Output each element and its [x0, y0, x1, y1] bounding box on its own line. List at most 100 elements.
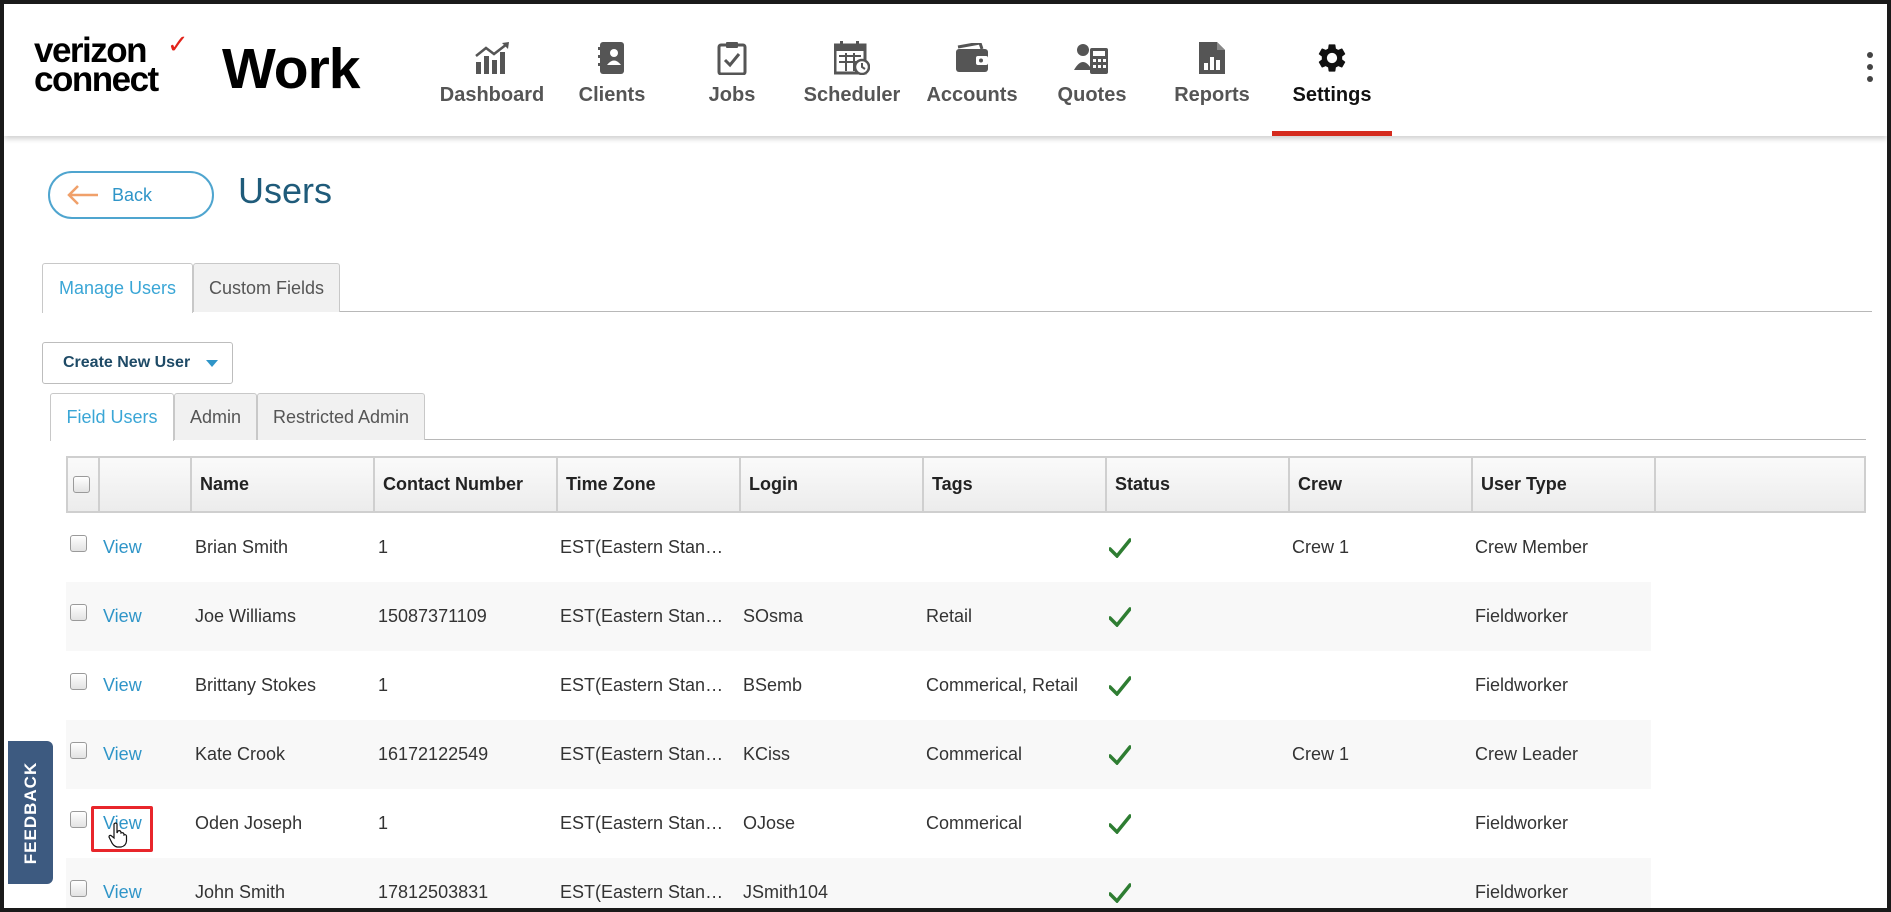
cell-crew [1292, 582, 1467, 651]
cell-contact-number: 17812503831 [378, 882, 489, 902]
work-product-logo: Work [222, 37, 360, 101]
settings-tabs: Manage Users Custom Fields [42, 263, 1872, 313]
arrow-left-icon [67, 185, 98, 205]
cell-login: SOsma [743, 606, 804, 626]
cell-time-zone: EST(Eastern Stan… [560, 537, 724, 557]
view-user-link[interactable]: View [103, 513, 142, 582]
nav-scheduler[interactable]: Scheduler [792, 4, 912, 136]
table-row: View Brittany Stokes 1 EST(Eastern Stan… BSe… [66, 651, 1651, 720]
header-contact-number[interactable]: Contact Number [373, 458, 556, 511]
nav-dashboard[interactable]: Dashboard [432, 4, 552, 136]
cell-tags: Commerical [926, 744, 1023, 764]
tab-custom-fields[interactable]: Custom Fields [193, 263, 340, 312]
status-active-check-icon [1109, 858, 1131, 908]
cell-user-type: Crew Member [1475, 537, 1589, 557]
accounts-wallet-icon [952, 38, 992, 78]
tab-field-users[interactable]: Field Users [50, 393, 174, 441]
status-active-check-icon [1109, 789, 1131, 858]
cell-contact-number: 16172122549 [378, 744, 489, 764]
gear-icon [1312, 38, 1352, 78]
table-row: View Kate Crook 16172122549 EST(Eastern Sta… [66, 720, 1651, 789]
cell-contact-number: 1 [378, 537, 389, 557]
header-time-zone[interactable]: Time Zone [556, 458, 739, 511]
cell-name: Kate Crook [195, 744, 286, 764]
cell-login: KCiss [743, 744, 791, 764]
view-user-link[interactable]: View [103, 582, 142, 651]
row-checkbox[interactable] [70, 810, 87, 828]
quotes-calculator-icon [1072, 38, 1112, 78]
nav-clients[interactable]: Clients [552, 4, 672, 136]
cell-crew [1292, 651, 1467, 720]
view-user-link[interactable]: View [103, 858, 142, 908]
user-type-tabs: Field Users Admin Restricted Admin [50, 393, 1866, 441]
status-active-check-icon [1109, 513, 1131, 582]
app-window: verizon connect ✓ Work Dashboard Clients [0, 0, 1891, 912]
cell-user-type: Fieldworker [1475, 675, 1569, 695]
cell-login: BSemb [743, 675, 803, 695]
cell-contact-number: 1 [378, 813, 389, 833]
cell-crew [1292, 858, 1467, 908]
cell-time-zone: EST(Eastern Stan… [560, 813, 724, 833]
tab-restricted-admin[interactable]: Restricted Admin [257, 393, 425, 440]
view-user-link[interactable]: View [103, 789, 142, 858]
view-user-link[interactable]: View [103, 720, 142, 789]
dashboard-chart-icon [472, 38, 512, 78]
back-button[interactable]: Back [48, 171, 214, 219]
cell-crew: Crew 1 [1292, 744, 1350, 764]
table-row: View John Smith 17812503831 EST(Eastern Sta… [66, 858, 1651, 908]
create-new-user-button[interactable]: Create New User [42, 342, 233, 384]
main-nav: Dashboard Clients Jobs Scheduler Account… [432, 4, 1392, 136]
table-body: View Brian Smith 1 EST(Eastern Stan… Crew 1 C… [66, 513, 1866, 908]
cell-user-type: Crew Leader [1475, 744, 1579, 764]
cell-name: Oden Joseph [195, 813, 303, 833]
status-active-check-icon [1109, 720, 1131, 789]
reports-document-icon [1192, 38, 1232, 78]
row-checkbox[interactable] [70, 672, 87, 690]
nav-reports[interactable]: Reports [1152, 4, 1272, 136]
cell-name: John Smith [195, 882, 286, 902]
jobs-clipboard-icon [712, 38, 752, 78]
header-login[interactable]: Login [739, 458, 922, 511]
header-status[interactable]: Status [1105, 458, 1288, 511]
cell-name: Joe Williams [195, 606, 297, 626]
cell-tags: Commerical [926, 813, 1023, 833]
table-row: View Oden Joseph 1 EST(Eastern Stan… OJose Co… [66, 789, 1651, 858]
cell-name: Brittany Stokes [195, 675, 317, 695]
verizon-check-mark: ✓ [167, 29, 189, 59]
cell-login: OJose [743, 813, 796, 833]
row-checkbox[interactable] [70, 879, 87, 897]
cell-crew [1292, 789, 1467, 858]
header-user-type[interactable]: User Type [1471, 458, 1654, 511]
more-options-icon[interactable] [1864, 52, 1876, 92]
view-user-link[interactable]: View [103, 651, 142, 720]
cell-contact-number: 1 [378, 675, 389, 695]
nav-accounts[interactable]: Accounts [912, 4, 1032, 136]
row-checkbox[interactable] [70, 603, 87, 621]
cell-login: JSmith104 [743, 882, 829, 902]
header-crew[interactable]: Crew [1288, 458, 1471, 511]
cell-tags [926, 513, 1101, 582]
feedback-tab[interactable]: FEEDBACK [8, 741, 53, 884]
nav-quotes[interactable]: Quotes [1032, 4, 1152, 136]
users-table: Name Contact Number Time Zone Login Tags… [66, 456, 1866, 908]
cell-time-zone: EST(Eastern Stan… [560, 882, 724, 902]
page-title: Users [238, 170, 333, 211]
nav-settings[interactable]: Settings [1272, 4, 1392, 136]
nav-jobs[interactable]: Jobs [672, 4, 792, 136]
select-all-checkbox[interactable] [73, 476, 90, 493]
cell-user-type: Fieldworker [1475, 606, 1569, 626]
status-active-check-icon [1109, 582, 1131, 651]
cell-name: Brian Smith [195, 537, 289, 557]
cell-time-zone: EST(Eastern Stan… [560, 675, 724, 695]
scheduler-calendar-icon [832, 38, 872, 78]
cell-contact-number: 15087371109 [378, 606, 487, 626]
header-name[interactable]: Name [190, 458, 373, 511]
header-tags[interactable]: Tags [922, 458, 1105, 511]
row-checkbox[interactable] [70, 741, 87, 759]
header-extra [1654, 458, 1864, 511]
table-row: View Joe Williams 15087371109 EST(Eastern S… [66, 582, 1651, 651]
tab-admin[interactable]: Admin [174, 393, 257, 440]
tab-manage-users[interactable]: Manage Users [42, 263, 193, 313]
row-checkbox[interactable] [70, 534, 87, 552]
cell-tags [926, 858, 1101, 908]
